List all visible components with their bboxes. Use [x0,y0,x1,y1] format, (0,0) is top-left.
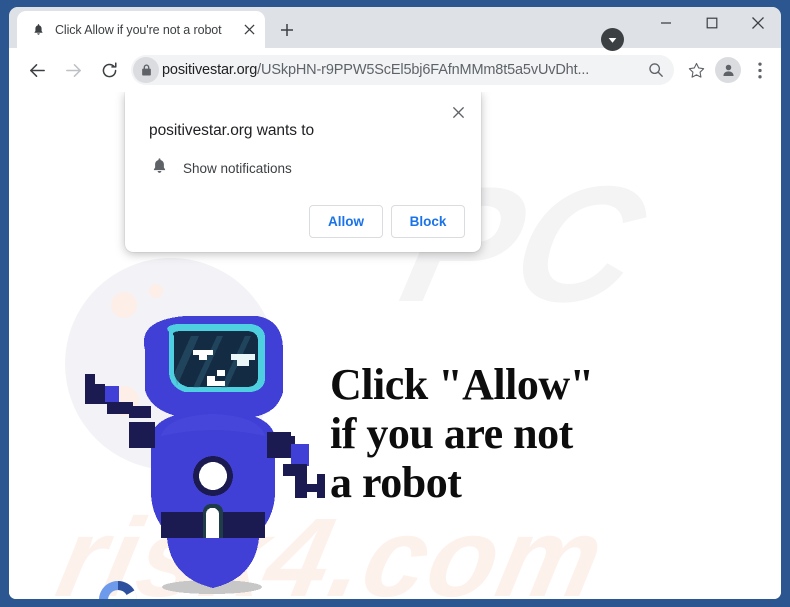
allow-button[interactable]: Allow [309,205,383,238]
dialog-title: positivestar.org wants to [149,122,315,139]
tab-strip: Click Allow if you're not a robot [9,7,781,51]
page-viewport: PC risk4.com Click "Allow" if you are no… [9,92,781,599]
search-icon[interactable] [642,56,670,84]
url-path: /USkpHN-r9PPW5ScEl5bj6FAfnMMm8t5a5vUvDht… [257,62,590,78]
bookmark-star-icon[interactable] [680,54,712,86]
avatar-icon [715,57,741,83]
forward-button[interactable] [55,52,91,88]
close-window-button[interactable] [735,7,781,39]
url-host: positivestar.org [162,62,258,78]
tab-title: Click Allow if you're not a robot [55,22,222,37]
three-dot-menu-icon[interactable] [744,54,776,86]
window-controls [643,7,781,48]
site-lock-button[interactable] [131,55,161,85]
dialog-actions: Allow Block [149,205,465,238]
bell-icon [151,157,168,180]
maximize-button[interactable] [689,7,735,39]
permission-label: Show notifications [183,161,292,176]
permission-row: Show notifications [149,157,465,180]
lock-icon [133,57,159,83]
notification-permission-dialog: positivestar.org wants to Show notificat… [125,92,481,252]
minimize-button[interactable] [643,7,689,39]
robot-mascot-illustration [67,314,337,599]
browser-toolbar: positivestar.org/USkpHN-r9PPW5ScEl5bj6FA… [9,48,781,92]
page-headline: Click "Allow" if you are not a robot [330,360,594,507]
browser-tab-active[interactable]: Click Allow if you're not a robot [17,11,265,48]
url-text: positivestar.org/USkpHN-r9PPW5ScEl5bj6FA… [161,62,642,78]
captcha-c-icon [96,578,140,599]
close-tab-icon[interactable] [239,20,259,40]
new-tab-button[interactable] [273,16,301,44]
block-button[interactable]: Block [391,205,465,238]
decor-dot [149,284,163,298]
e-captcha-logo: E-CAPTCHA [83,578,153,599]
back-button[interactable] [19,52,55,88]
bell-favicon-icon [30,22,46,38]
address-bar[interactable]: positivestar.org/USkpHN-r9PPW5ScEl5bj6FA… [131,55,674,85]
profile-avatar-button[interactable] [712,54,744,86]
download-indicator-icon[interactable] [601,28,624,51]
browser-window: Click Allow if you're not a robot positi… [9,7,781,599]
reload-button[interactable] [91,52,127,88]
close-dialog-icon[interactable] [446,100,470,124]
browser-window-frame: Click Allow if you're not a robot positi… [0,0,790,607]
